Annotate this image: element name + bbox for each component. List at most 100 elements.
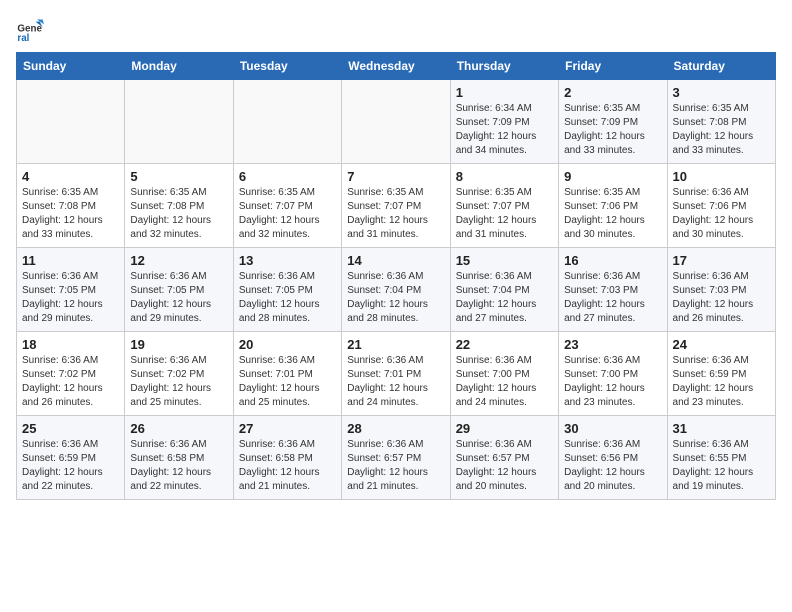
day-number: 13 bbox=[239, 253, 336, 268]
day-number: 2 bbox=[564, 85, 661, 100]
calendar-week-1: 1 Sunrise: 6:34 AM Sunset: 7:09 PM Daylig… bbox=[17, 80, 776, 164]
day-info: Sunrise: 6:35 AM Sunset: 7:08 PM Dayligh… bbox=[130, 186, 227, 242]
day-info: Sunrise: 6:36 AM Sunset: 6:59 PM Dayligh… bbox=[673, 354, 770, 410]
day-number: 12 bbox=[130, 253, 227, 268]
logo: Gene ral bbox=[16, 16, 48, 44]
day-number: 8 bbox=[456, 169, 553, 184]
calendar-cell: 12Sunrise: 6:36 AM Sunset: 7:05 PM Dayli… bbox=[125, 248, 233, 332]
calendar-cell: 17 Sunrise: 6:36 AM Sunset: 7:03 PM Dayli… bbox=[667, 248, 775, 332]
day-number: 9 bbox=[564, 169, 661, 184]
calendar-cell: 9 Sunrise: 6:35 AM Sunset: 7:06 PM Daylig… bbox=[559, 164, 667, 248]
day-info: Sunrise: 6:36 AM Sunset: 7:03 PM Dayligh… bbox=[564, 270, 661, 326]
logo-icon: Gene ral bbox=[16, 16, 44, 44]
day-number: 18 bbox=[22, 337, 119, 352]
calendar-cell: 7 Sunrise: 6:35 AM Sunset: 7:07 PM Daylig… bbox=[342, 164, 450, 248]
calendar-cell: 13 Sunrise: 6:36 AM Sunset: 7:05 PM Dayli… bbox=[233, 248, 341, 332]
day-info: Sunrise: 6:36 AM Sunset: 7:05 PM Dayligh… bbox=[22, 270, 119, 326]
calendar-cell: 24 Sunrise: 6:36 AM Sunset: 6:59 PM Dayli… bbox=[667, 332, 775, 416]
calendar-cell: 6 Sunrise: 6:35 AM Sunset: 7:07 PM Daylig… bbox=[233, 164, 341, 248]
calendar-cell: 2 Sunrise: 6:35 AM Sunset: 7:09 PM Daylig… bbox=[559, 80, 667, 164]
day-info: Sunrise: 6:35 AM Sunset: 7:09 PM Dayligh… bbox=[564, 102, 661, 158]
calendar-cell: 21Sunrise: 6:36 AM Sunset: 7:01 PM Dayli… bbox=[342, 332, 450, 416]
calendar-cell: 11 Sunrise: 6:36 AM Sunset: 7:05 PM Dayli… bbox=[17, 248, 125, 332]
calendar-cell: 3 Sunrise: 6:35 AM Sunset: 7:08 PM Daylig… bbox=[667, 80, 775, 164]
page-header: Gene ral bbox=[16, 16, 776, 44]
calendar-cell: 1 Sunrise: 6:34 AM Sunset: 7:09 PM Daylig… bbox=[450, 80, 558, 164]
day-number: 7 bbox=[347, 169, 444, 184]
day-info: Sunrise: 6:36 AM Sunset: 7:05 PM Dayligh… bbox=[239, 270, 336, 326]
calendar-cell: 16 Sunrise: 6:36 AM Sunset: 7:03 PM Dayli… bbox=[559, 248, 667, 332]
day-number: 20 bbox=[239, 337, 336, 352]
calendar-week-5: 25Sunrise: 6:36 AM Sunset: 6:59 PM Dayli… bbox=[17, 416, 776, 500]
day-info: Sunrise: 6:36 AM Sunset: 7:03 PM Dayligh… bbox=[673, 270, 770, 326]
calendar-week-2: 4 Sunrise: 6:35 AM Sunset: 7:08 PM Daylig… bbox=[17, 164, 776, 248]
day-number: 17 bbox=[673, 253, 770, 268]
weekday-tuesday: Tuesday bbox=[233, 53, 341, 80]
day-number: 19 bbox=[130, 337, 227, 352]
day-info: Sunrise: 6:36 AM Sunset: 7:00 PM Dayligh… bbox=[564, 354, 661, 410]
day-number: 27 bbox=[239, 421, 336, 436]
calendar-week-4: 18 Sunrise: 6:36 AM Sunset: 7:02 PM Dayli… bbox=[17, 332, 776, 416]
calendar-cell bbox=[125, 80, 233, 164]
day-info: Sunrise: 6:35 AM Sunset: 7:08 PM Dayligh… bbox=[22, 186, 119, 242]
weekday-monday: Monday bbox=[125, 53, 233, 80]
calendar-cell: 23 Sunrise: 6:36 AM Sunset: 7:00 PM Dayli… bbox=[559, 332, 667, 416]
calendar-cell bbox=[342, 80, 450, 164]
day-info: Sunrise: 6:35 AM Sunset: 7:08 PM Dayligh… bbox=[673, 102, 770, 158]
weekday-header-row: SundayMondayTuesdayWednesdayThursdayFrid… bbox=[17, 53, 776, 80]
day-number: 4 bbox=[22, 169, 119, 184]
day-info: Sunrise: 6:36 AM Sunset: 6:56 PM Dayligh… bbox=[564, 438, 661, 494]
day-number: 28 bbox=[347, 421, 444, 436]
calendar-cell: 5 Sunrise: 6:35 AM Sunset: 7:08 PM Daylig… bbox=[125, 164, 233, 248]
day-number: 16 bbox=[564, 253, 661, 268]
day-info: Sunrise: 6:36 AM Sunset: 6:58 PM Dayligh… bbox=[130, 438, 227, 494]
day-info: Sunrise: 6:34 AM Sunset: 7:09 PM Dayligh… bbox=[456, 102, 553, 158]
day-info: Sunrise: 6:35 AM Sunset: 7:07 PM Dayligh… bbox=[239, 186, 336, 242]
calendar-cell: 26 Sunrise: 6:36 AM Sunset: 6:58 PM Dayli… bbox=[125, 416, 233, 500]
day-number: 11 bbox=[22, 253, 119, 268]
day-info: Sunrise: 6:35 AM Sunset: 7:07 PM Dayligh… bbox=[347, 186, 444, 242]
day-number: 23 bbox=[564, 337, 661, 352]
day-info: Sunrise: 6:36 AM Sunset: 7:04 PM Dayligh… bbox=[456, 270, 553, 326]
day-info: Sunrise: 6:36 AM Sunset: 6:57 PM Dayligh… bbox=[456, 438, 553, 494]
day-info: Sunrise: 6:36 AM Sunset: 7:01 PM Dayligh… bbox=[239, 354, 336, 410]
day-number: 3 bbox=[673, 85, 770, 100]
calendar-cell: 20 Sunrise: 6:36 AM Sunset: 7:01 PM Dayli… bbox=[233, 332, 341, 416]
calendar-cell: 18 Sunrise: 6:36 AM Sunset: 7:02 PM Dayli… bbox=[17, 332, 125, 416]
day-number: 1 bbox=[456, 85, 553, 100]
day-number: 5 bbox=[130, 169, 227, 184]
weekday-saturday: Saturday bbox=[667, 53, 775, 80]
day-number: 31 bbox=[673, 421, 770, 436]
calendar-cell: 15Sunrise: 6:36 AM Sunset: 7:04 PM Dayli… bbox=[450, 248, 558, 332]
calendar-cell bbox=[233, 80, 341, 164]
day-number: 22 bbox=[456, 337, 553, 352]
calendar-cell: 4 Sunrise: 6:35 AM Sunset: 7:08 PM Daylig… bbox=[17, 164, 125, 248]
day-number: 6 bbox=[239, 169, 336, 184]
calendar-cell: 25Sunrise: 6:36 AM Sunset: 6:59 PM Dayli… bbox=[17, 416, 125, 500]
svg-text:ral: ral bbox=[17, 33, 29, 44]
calendar-cell: 8 Sunrise: 6:35 AM Sunset: 7:07 PM Daylig… bbox=[450, 164, 558, 248]
day-number: 26 bbox=[130, 421, 227, 436]
weekday-friday: Friday bbox=[559, 53, 667, 80]
calendar-cell bbox=[17, 80, 125, 164]
day-info: Sunrise: 6:36 AM Sunset: 7:00 PM Dayligh… bbox=[456, 354, 553, 410]
calendar-cell: 22 Sunrise: 6:36 AM Sunset: 7:00 PM Dayli… bbox=[450, 332, 558, 416]
day-info: Sunrise: 6:35 AM Sunset: 7:06 PM Dayligh… bbox=[564, 186, 661, 242]
calendar-table: SundayMondayTuesdayWednesdayThursdayFrid… bbox=[16, 52, 776, 500]
weekday-thursday: Thursday bbox=[450, 53, 558, 80]
weekday-sunday: Sunday bbox=[17, 53, 125, 80]
day-info: Sunrise: 6:36 AM Sunset: 6:55 PM Dayligh… bbox=[673, 438, 770, 494]
calendar-cell: 19Sunrise: 6:36 AM Sunset: 7:02 PM Dayli… bbox=[125, 332, 233, 416]
calendar-cell: 28Sunrise: 6:36 AM Sunset: 6:57 PM Dayli… bbox=[342, 416, 450, 500]
day-info: Sunrise: 6:36 AM Sunset: 7:02 PM Dayligh… bbox=[22, 354, 119, 410]
calendar-cell: 30Sunrise: 6:36 AM Sunset: 6:56 PM Dayli… bbox=[559, 416, 667, 500]
day-info: Sunrise: 6:36 AM Sunset: 6:58 PM Dayligh… bbox=[239, 438, 336, 494]
day-info: Sunrise: 6:35 AM Sunset: 7:07 PM Dayligh… bbox=[456, 186, 553, 242]
calendar-week-3: 11 Sunrise: 6:36 AM Sunset: 7:05 PM Dayli… bbox=[17, 248, 776, 332]
calendar-cell: 14Sunrise: 6:36 AM Sunset: 7:04 PM Dayli… bbox=[342, 248, 450, 332]
day-number: 24 bbox=[673, 337, 770, 352]
day-number: 21 bbox=[347, 337, 444, 352]
calendar-cell: 29Sunrise: 6:36 AM Sunset: 6:57 PM Dayli… bbox=[450, 416, 558, 500]
day-number: 10 bbox=[673, 169, 770, 184]
day-number: 14 bbox=[347, 253, 444, 268]
